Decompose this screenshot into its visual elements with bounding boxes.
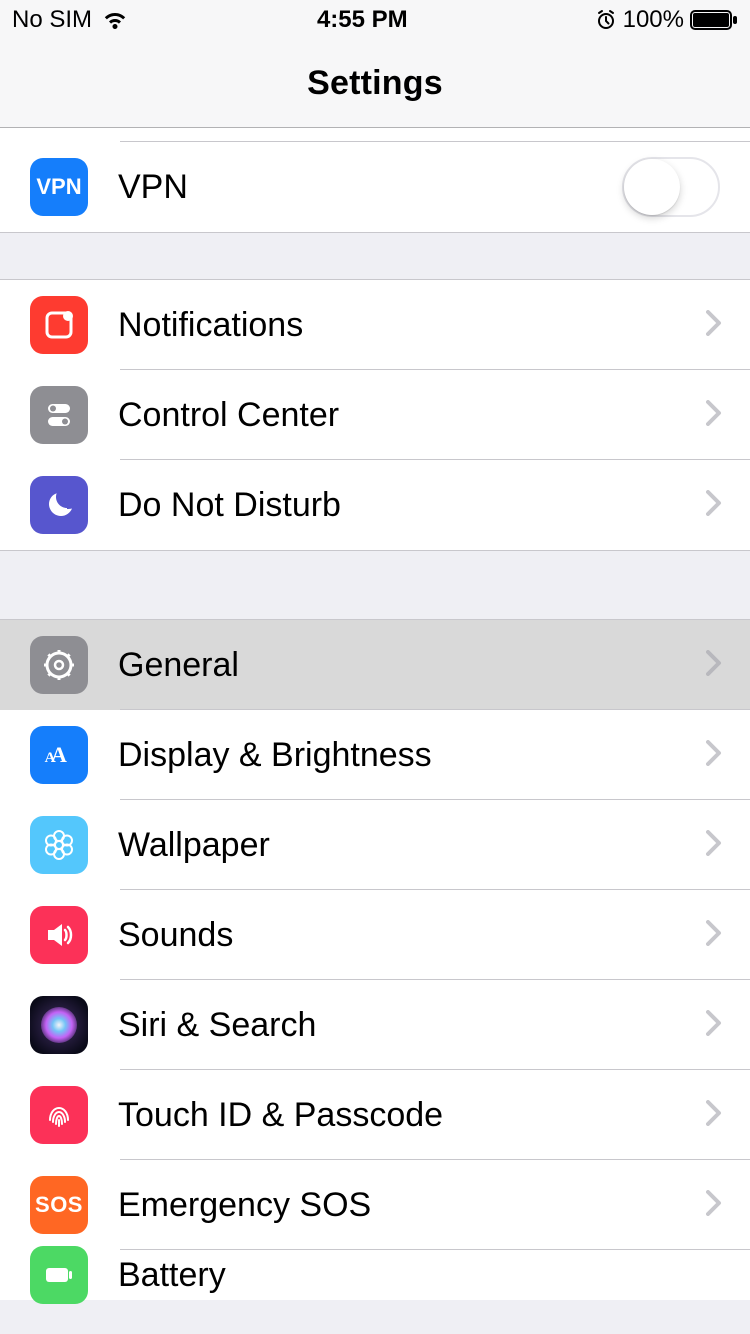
- row-notifications[interactable]: Notifications: [0, 280, 750, 370]
- siri-icon: [30, 996, 88, 1054]
- row-label: Battery: [118, 1256, 750, 1295]
- carrier-text: No SIM: [12, 6, 92, 34]
- row-label: Sounds: [118, 916, 706, 955]
- row-control-center[interactable]: Control Center: [0, 370, 750, 460]
- alarm-icon: [595, 9, 617, 31]
- gear-icon: [30, 636, 88, 694]
- row-general[interactable]: General: [0, 620, 750, 710]
- row-label: Emergency SOS: [118, 1186, 706, 1225]
- row-label: VPN: [118, 168, 622, 207]
- sos-icon: SOS: [30, 1176, 88, 1234]
- clock-text: 4:55 PM: [317, 6, 408, 34]
- vpn-icon: VPN: [30, 158, 88, 216]
- chevron-right-icon: [706, 400, 722, 431]
- chevron-right-icon: [706, 830, 722, 861]
- group-separator: [0, 550, 750, 620]
- row-battery[interactable]: Battery: [0, 1250, 750, 1300]
- chevron-right-icon: [706, 650, 722, 681]
- row-label: Siri & Search: [118, 1006, 706, 1045]
- vpn-toggle[interactable]: [622, 157, 720, 217]
- speaker-icon: [30, 906, 88, 964]
- toggle-knob: [624, 159, 680, 215]
- row-label: Control Center: [118, 396, 706, 435]
- battery-row-icon: [30, 1246, 88, 1304]
- page-title: Settings: [307, 64, 443, 103]
- control-center-icon: [30, 386, 88, 444]
- vpn-icon-label: VPN: [36, 174, 81, 200]
- chevron-right-icon: [706, 1010, 722, 1041]
- nav-header: Settings: [0, 40, 750, 128]
- row-label: Notifications: [118, 306, 706, 345]
- chevron-right-icon: [706, 1100, 722, 1131]
- row-sounds[interactable]: Sounds: [0, 890, 750, 980]
- row-do-not-disturb[interactable]: Do Not Disturb: [0, 460, 750, 550]
- status-bar: No SIM 4:55 PM 100%: [0, 0, 750, 40]
- row-display-brightness[interactable]: AA Display & Brightness: [0, 710, 750, 800]
- fingerprint-icon: [30, 1086, 88, 1144]
- notifications-icon: [30, 296, 88, 354]
- svg-text:A: A: [45, 750, 56, 766]
- row-touchid-passcode[interactable]: Touch ID & Passcode: [0, 1070, 750, 1160]
- sos-icon-label: SOS: [35, 1192, 83, 1218]
- group-separator: [0, 232, 750, 280]
- settings-list: VPN VPN Notifications Control Center Do: [0, 128, 750, 1300]
- battery-icon: [690, 9, 738, 31]
- row-label: General: [118, 646, 706, 685]
- row-label: Display & Brightness: [118, 736, 706, 775]
- flower-icon: [30, 816, 88, 874]
- battery-text: 100%: [623, 6, 684, 34]
- row-emergency-sos[interactable]: SOS Emergency SOS: [0, 1160, 750, 1250]
- row-label: Do Not Disturb: [118, 486, 706, 525]
- chevron-right-icon: [706, 490, 722, 521]
- row-siri-search[interactable]: Siri & Search: [0, 980, 750, 1070]
- moon-icon: [30, 476, 88, 534]
- row-vpn[interactable]: VPN VPN: [0, 142, 750, 232]
- wifi-icon: [100, 9, 130, 31]
- row-wallpaper[interactable]: Wallpaper: [0, 800, 750, 890]
- row-label: Touch ID & Passcode: [118, 1096, 706, 1135]
- chevron-right-icon: [706, 740, 722, 771]
- chevron-right-icon: [706, 920, 722, 951]
- display-icon: AA: [30, 726, 88, 784]
- chevron-right-icon: [706, 1190, 722, 1221]
- row-label: Wallpaper: [118, 826, 706, 865]
- chevron-right-icon: [706, 310, 722, 341]
- partial-row: [0, 128, 750, 142]
